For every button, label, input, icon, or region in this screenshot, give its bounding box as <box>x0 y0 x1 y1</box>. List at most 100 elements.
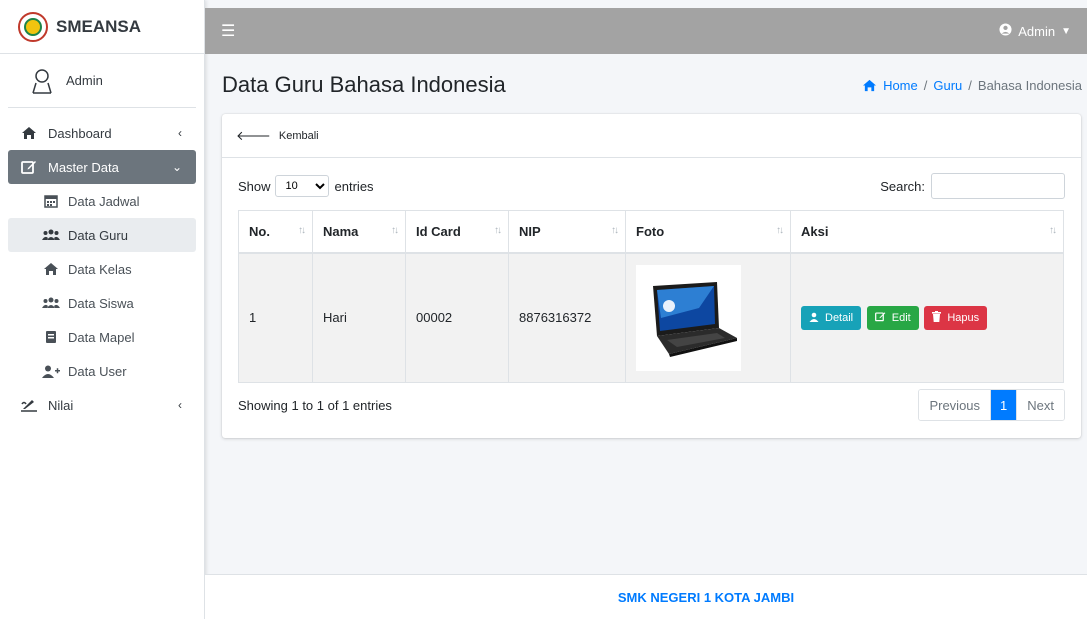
sidebar-item-label: Data Siswa <box>68 295 134 311</box>
home-icon[interactable] <box>862 79 877 92</box>
user-circle-icon <box>999 23 1012 39</box>
sidebar-item-data-kelas[interactable]: Data Kelas <box>8 252 196 286</box>
data-table: No. ↑↓ Nama ↑↓ Id Card ↑↓ NIP ↑↓ Foto ↑↓ Aksi… <box>238 210 1064 383</box>
back-button-label: Kembali <box>278 129 319 142</box>
column-header-nip[interactable]: NIP ↑↓ <box>508 210 626 254</box>
sort-icon: ↑↓ <box>494 225 502 236</box>
page-title: Data Guru Bahasa Indonesia <box>222 72 506 97</box>
sort-icon: ↑↓ <box>1049 225 1057 236</box>
footer-text[interactable]: SMK NEGERI 1 KOTA JAMBI <box>618 590 794 605</box>
sidebar-nav: Dashboard ‹ Master Data ⌄ Data Jadwal Da… <box>0 108 204 422</box>
user-name: Admin <box>66 73 103 88</box>
user-outline-icon <box>32 68 52 94</box>
signature-icon <box>20 398 38 412</box>
cell-id-card: 00002 <box>405 252 509 383</box>
cell-nip: 8876316372 <box>508 252 626 383</box>
sidebar-item-label: Nilai <box>48 397 74 413</box>
calendar-icon <box>42 194 60 208</box>
breadcrumb-guru-link[interactable]: Guru <box>933 78 962 93</box>
sidebar-item-label: Data User <box>68 363 127 379</box>
previous-page-button[interactable]: Previous <box>919 390 991 420</box>
sidebar-item-data-jadwal[interactable]: Data Jadwal <box>8 184 196 218</box>
book-icon <box>42 330 60 344</box>
pagination: Previous 1 Next <box>918 389 1065 421</box>
sort-icon: ↑↓ <box>776 225 784 236</box>
breadcrumb-separator: / <box>923 77 928 93</box>
cell-aksi: Detail Edit Hapus <box>790 252 1064 383</box>
show-label: Show <box>238 178 271 194</box>
school-logo <box>18 11 48 42</box>
column-header-id-card[interactable]: Id Card ↑↓ <box>405 210 509 254</box>
table-info: Showing 1 to 1 of 1 entries <box>238 397 392 413</box>
user-dropdown-label: Admin <box>1018 23 1056 39</box>
users-icon <box>42 297 60 309</box>
delete-button[interactable]: Hapus <box>924 305 988 330</box>
page-1-button[interactable]: 1 <box>990 390 1017 420</box>
edit-icon <box>874 311 886 325</box>
topbar: ☰ Admin ▼ <box>205 8 1087 54</box>
sort-icon: ↑↓ <box>391 225 399 236</box>
detail-button-label: Detail <box>825 312 854 324</box>
sidebar-item-label: Data Mapel <box>68 329 135 345</box>
arrow-left-icon: 🡐 <box>236 127 271 143</box>
page-length-select[interactable]: 10 <box>274 175 329 197</box>
chevron-down-icon: ⌄ <box>171 160 182 174</box>
search-control: Search: <box>880 173 1065 199</box>
page-length-control: Show 10 entries <box>238 175 374 197</box>
search-label: Search: <box>880 178 925 194</box>
sidebar-item-data-mapel[interactable]: Data Mapel <box>8 320 196 354</box>
data-card: 🡐 Kembali Show 10 entries Search: No. ↑↓ … <box>222 114 1081 438</box>
detail-button[interactable]: Detail <box>801 306 862 330</box>
sidebar-item-dashboard[interactable]: Dashboard ‹ <box>8 116 196 150</box>
sidebar-item-label: Master Data <box>48 159 119 175</box>
sidebar-item-label: Data Jadwal <box>68 193 140 209</box>
edit-button-label: Edit <box>891 311 911 324</box>
sidebar-item-label: Data Kelas <box>68 261 132 277</box>
trash-icon <box>932 310 942 325</box>
edit-button[interactable]: Edit <box>866 305 919 330</box>
teacher-photo <box>636 264 741 371</box>
home-icon <box>20 126 38 140</box>
footer: SMK NEGERI 1 KOTA JAMBI <box>205 574 1087 619</box>
back-button[interactable]: 🡐 Kembali <box>236 128 319 144</box>
datatable-footer: Showing 1 to 1 of 1 entries Previous 1 N… <box>238 389 1065 421</box>
cell-nama: Hari <box>312 252 406 383</box>
edit-icon <box>20 159 38 175</box>
column-header-no[interactable]: No. ↑↓ <box>238 210 313 254</box>
sidebar-item-master-data[interactable]: Master Data ⌄ <box>8 150 196 184</box>
entries-label: entries <box>334 178 374 194</box>
sidebar-item-data-guru[interactable]: Data Guru <box>8 218 196 252</box>
cell-foto <box>625 252 791 383</box>
brand-link[interactable]: SMEANSA <box>0 0 204 54</box>
chevron-left-icon: ‹ <box>178 126 182 140</box>
content-header: Data Guru Bahasa Indonesia Home / Guru /… <box>222 70 1082 100</box>
datatable-controls: Show 10 entries Search: <box>238 172 1065 200</box>
delete-button-label: Hapus <box>947 311 980 324</box>
laptop-image <box>652 281 737 357</box>
sidebar-item-nilai[interactable]: Nilai ‹ <box>8 388 196 422</box>
next-page-button[interactable]: Next <box>1016 390 1064 420</box>
user-dropdown[interactable]: Admin ▼ <box>999 23 1071 39</box>
breadcrumb-current: Bahasa Indonesia <box>977 77 1082 93</box>
cell-no: 1 <box>238 252 313 383</box>
breadcrumb-home-link[interactable]: Home <box>883 78 918 93</box>
user-panel[interactable]: Admin <box>8 54 196 108</box>
sidebar-item-data-siswa[interactable]: Data Siswa <box>8 286 196 320</box>
user-icon <box>809 312 819 325</box>
table-header-row: No. ↑↓ Nama ↑↓ Id Card ↑↓ NIP ↑↓ Foto ↑↓ Aksi… <box>238 210 1064 254</box>
sort-icon: ↑↓ <box>298 225 306 236</box>
search-input[interactable] <box>931 173 1065 199</box>
sidebar-item-label: Data Guru <box>68 227 128 243</box>
menu-toggle-icon[interactable]: ☰ <box>221 21 235 41</box>
home-icon <box>42 262 60 276</box>
column-header-aksi[interactable]: Aksi ↑↓ <box>790 210 1064 254</box>
user-plus-icon <box>42 365 60 378</box>
sidebar-item-label: Dashboard <box>48 125 112 141</box>
column-header-foto[interactable]: Foto ↑↓ <box>625 210 791 254</box>
sort-icon: ↑↓ <box>611 225 619 236</box>
breadcrumb-separator: / <box>968 77 972 93</box>
sidebar: SMEANSA Admin Dashboard ‹ Master Data ⌄ <box>0 0 205 619</box>
breadcrumb: Home / Guru / Bahasa Indonesia <box>862 78 1082 93</box>
sidebar-item-data-user[interactable]: Data User <box>8 354 196 388</box>
column-header-nama[interactable]: Nama ↑↓ <box>312 210 406 254</box>
